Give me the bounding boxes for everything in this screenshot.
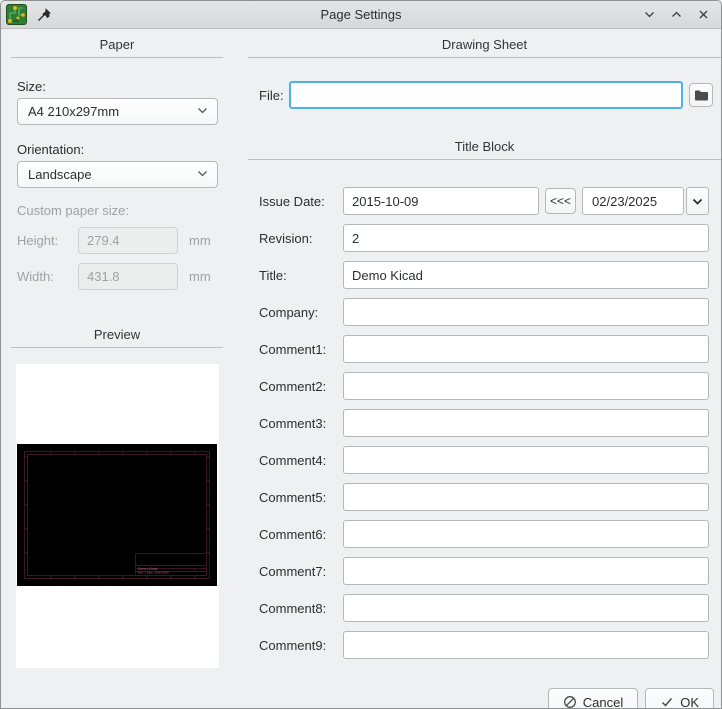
comment5-label: Comment5: (259, 489, 327, 505)
comment3-input[interactable] (343, 409, 710, 437)
field-row-comment8: Comment8: (248, 594, 721, 622)
preview-sheet: Demo Kicad Rev: 2 Date: 2015-10-09 (17, 444, 217, 586)
field-row-comment1: Comment1: (248, 335, 721, 363)
revision-input[interactable] (343, 224, 710, 252)
drawing-sheet-section-header: Drawing Sheet (248, 37, 721, 58)
field-row-revision: Revision: (248, 224, 721, 252)
preview-sheet-info: Rev: 2 Date: 2015-10-09 (138, 570, 169, 574)
comment1-label: Comment1: (259, 341, 327, 357)
field-row-comment6: Comment6: (248, 520, 721, 548)
title-input[interactable] (343, 261, 710, 289)
company-label: Company: (259, 304, 319, 320)
field-row-company: Company: (248, 298, 721, 326)
date-picker-value[interactable]: 02/23/2025 (582, 187, 685, 215)
height-unit-label: mm (189, 233, 211, 248)
dialog-footer: Cancel OK (248, 688, 721, 709)
orientation-label: Orientation: (17, 142, 85, 157)
revision-label: Revision: (259, 230, 313, 246)
paper-header-line (11, 57, 223, 58)
field-row-comment3: Comment3: (248, 409, 721, 437)
date-picker: 02/23/2025 (582, 187, 710, 215)
issue-date-input[interactable] (343, 187, 539, 215)
comment4-input[interactable] (343, 446, 710, 474)
preview-ticks-right (207, 454, 210, 576)
field-row-issue-date: Issue Date: <<< 02/23/2025 (248, 187, 721, 215)
paper-size-select[interactable]: A4 210x297mm (17, 98, 218, 125)
chevron-down-icon (692, 198, 703, 205)
comment7-label: Comment7: (259, 563, 327, 579)
field-row-comment5: Comment5: (248, 483, 721, 511)
width-unit-label: mm (189, 269, 211, 284)
preview-header-line (11, 347, 223, 348)
page-settings-dialog: Page Settings Paper Size: A4 210x297mm O… (0, 0, 722, 709)
comment8-input[interactable] (343, 594, 710, 622)
cancel-icon (563, 696, 576, 708)
file-label: File: (259, 87, 284, 103)
ok-button-label: OK (680, 694, 700, 709)
field-row-comment7: Comment7: (248, 557, 721, 585)
close-icon[interactable] (695, 7, 711, 23)
title-block-fields: Revision: Title: Company: Comment1: Comm… (248, 224, 721, 659)
comment8-label: Comment8: (259, 600, 327, 616)
width-label: Width: (17, 269, 54, 284)
comment5-input[interactable] (343, 483, 710, 511)
shade-down-icon[interactable] (641, 7, 657, 23)
comment9-input[interactable] (343, 631, 710, 659)
preview-ticks-bottom (27, 576, 207, 579)
company-input[interactable] (343, 298, 710, 326)
titlebar: Page Settings (1, 1, 721, 29)
title-label: Title: (259, 267, 287, 283)
drawing-sheet-header-label: Drawing Sheet (441, 37, 528, 52)
comment6-label: Comment6: (259, 526, 327, 542)
kicad-app-icon (6, 4, 27, 25)
custom-paper-size-label: Custom paper size: (17, 203, 129, 218)
chevron-down-icon (196, 167, 209, 183)
comment2-label: Comment2: (259, 378, 327, 394)
folder-icon (694, 90, 708, 100)
field-row-title: Title: (248, 261, 721, 289)
title-block-header-label: Title Block (454, 139, 515, 154)
date-picker-dropdown-button[interactable] (686, 187, 710, 215)
height-input[interactable] (78, 227, 178, 254)
ok-button[interactable]: OK (645, 688, 715, 709)
issue-date-label: Issue Date: (259, 193, 325, 209)
field-row-comment9: Comment9: (248, 631, 721, 659)
window-title: Page Settings (320, 7, 402, 22)
title-block-section-header: Title Block (248, 139, 721, 160)
comment1-input[interactable] (343, 335, 710, 363)
pin-icon[interactable] (37, 7, 52, 22)
browse-file-button[interactable] (689, 83, 714, 107)
paper-header-label: Paper (99, 37, 135, 52)
width-input[interactable] (78, 263, 178, 290)
title-block-form: Issue Date: <<< 02/23/2025 Revision: Tit… (248, 187, 721, 668)
field-row-comment2: Comment2: (248, 372, 721, 400)
cancel-button-label: Cancel (582, 694, 624, 709)
drawing-sheet-file-input[interactable] (289, 81, 684, 109)
paper-section-header: Paper (11, 37, 223, 58)
paper-size-value: A4 210x297mm (28, 104, 120, 119)
comment6-input[interactable] (343, 520, 710, 548)
size-label: Size: (17, 79, 46, 94)
field-row-comment4: Comment4: (248, 446, 721, 474)
preview-title-block: Demo Kicad Rev: 2 Date: 2015-10-09 (135, 553, 207, 576)
check-icon (662, 698, 673, 707)
title-block-header-line (248, 159, 721, 160)
comment9-label: Comment9: (259, 637, 327, 653)
preview-section-header: Preview (11, 327, 223, 348)
comment7-input[interactable] (343, 557, 710, 585)
drawing-sheet-header-line (248, 57, 721, 58)
chevron-down-icon (196, 104, 209, 120)
preview-header-label: Preview (93, 327, 141, 342)
orientation-value: Landscape (28, 167, 92, 182)
shade-up-icon[interactable] (668, 7, 684, 23)
comment4-label: Comment4: (259, 452, 327, 468)
comment3-label: Comment3: (259, 415, 327, 431)
cancel-button[interactable]: Cancel (547, 688, 639, 709)
comment2-input[interactable] (343, 372, 710, 400)
page-preview: Demo Kicad Rev: 2 Date: 2015-10-09 (16, 364, 219, 668)
orientation-select[interactable]: Landscape (17, 161, 218, 188)
copy-date-button[interactable]: <<< (545, 188, 577, 214)
height-label: Height: (17, 233, 59, 248)
